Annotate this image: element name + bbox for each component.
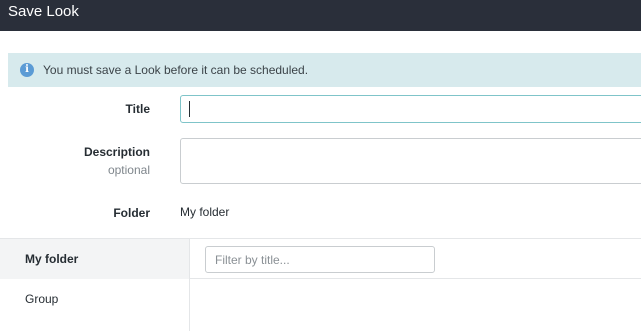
sidebar-item-group[interactable]: Group	[0, 279, 189, 319]
folder-browser: My folder Group	[0, 238, 641, 331]
filter-bar	[190, 239, 641, 279]
title-label: Title	[125, 102, 150, 116]
description-optional-label: optional	[107, 163, 150, 177]
text-caret	[189, 101, 190, 117]
info-icon: i	[20, 63, 34, 77]
save-look-dialog: Save Look i You must save a Look before …	[0, 0, 641, 331]
info-banner: i You must save a Look before it can be …	[8, 53, 641, 87]
sidebar-item-my-folder[interactable]: My folder	[0, 239, 189, 279]
description-label: Description	[83, 145, 150, 159]
folder-label: Folder	[113, 206, 150, 220]
filter-by-title-input[interactable]	[205, 246, 435, 273]
dialog-title: Save Look	[0, 0, 641, 31]
selected-folder-value: My folder	[180, 205, 230, 219]
folder-content	[190, 239, 641, 331]
info-banner-text: You must save a Look before it can be sc…	[43, 63, 309, 77]
folder-sidebar: My folder Group	[0, 239, 190, 331]
title-input[interactable]	[180, 95, 641, 123]
description-input[interactable]	[180, 138, 641, 184]
